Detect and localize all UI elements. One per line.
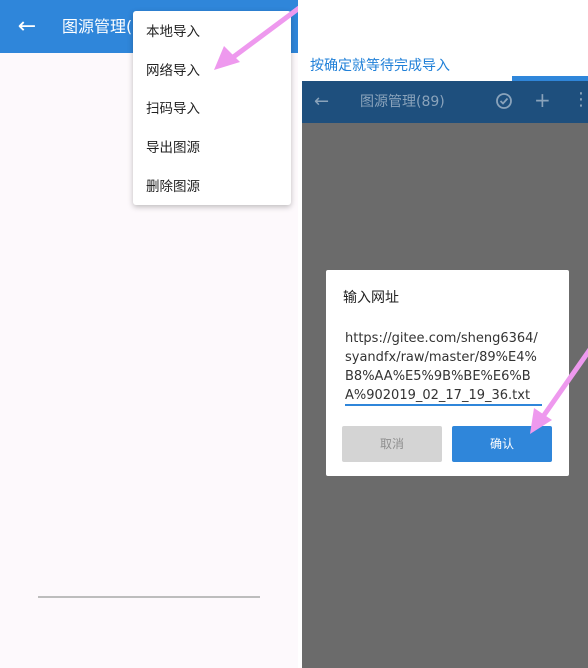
menu-item-network-import[interactable]: 网络导入	[146, 62, 200, 80]
app-bar-title: 图源管理(8	[62, 17, 143, 36]
input-underline	[345, 404, 542, 406]
menu-item-export-source[interactable]: 导出图源	[146, 139, 200, 157]
menu-item-local-import[interactable]: 本地导入	[146, 23, 200, 41]
instruction-caption: 按确定就等待完成导入	[310, 58, 450, 74]
menu-item-delete-source[interactable]: 删除图源	[146, 178, 200, 196]
right-screenshot-panel: 按确定就等待完成导入 ← 图源管理(89) + ⋮ 输入网址 https://g…	[302, 0, 588, 668]
confirm-button[interactable]: 确认	[452, 426, 552, 462]
left-screenshot-panel: ← 图源管理(8 本地导入 网络导入 扫码导入 导出图源 删除图源	[0, 0, 298, 668]
menu-item-scan-import[interactable]: 扫码导入	[146, 100, 200, 118]
url-input-dialog: 输入网址 https://gitee.com/sheng6364/syandfx…	[326, 270, 569, 476]
dialog-title: 输入网址	[343, 290, 399, 306]
cancel-button[interactable]: 取消	[342, 426, 442, 462]
plus-icon[interactable]: +	[534, 88, 551, 112]
more-vert-icon[interactable]: ⋮	[572, 88, 588, 112]
app-bar-title: 图源管理(89)	[360, 94, 445, 110]
arrow-left-icon[interactable]: ←	[314, 91, 329, 113]
bottom-divider	[38, 596, 260, 598]
check-circle-icon[interactable]	[494, 91, 514, 111]
arrow-left-icon[interactable]: ←	[14, 14, 40, 40]
import-menu: 本地导入 网络导入 扫码导入 导出图源 删除图源	[133, 11, 291, 205]
url-input[interactable]: https://gitee.com/sheng6364/syandfx/raw/…	[345, 329, 543, 405]
